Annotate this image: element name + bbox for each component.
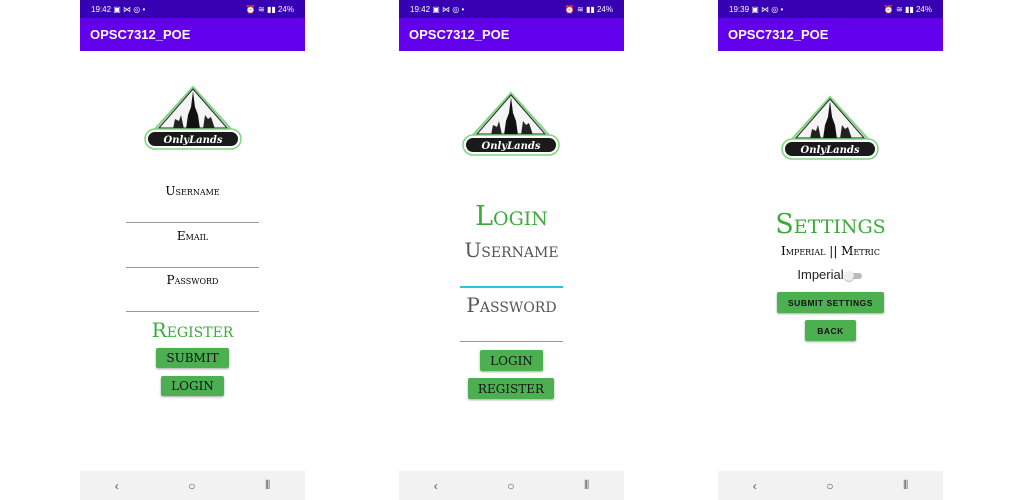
signal-icons: ⏰ ≋ ▮▮ <box>245 4 278 14</box>
logo-text: OnlyLands <box>482 141 541 152</box>
username-label: Username <box>464 238 559 262</box>
submit-button[interactable]: SUBMIT <box>156 348 229 368</box>
notification-icons: ▣ ⋈ ◎ • <box>113 4 146 14</box>
app-bar-title: OPSC7312_POE <box>80 18 305 51</box>
onlylands-logo: OnlyLands <box>461 91 561 159</box>
status-bar: 19:39 ▣ ⋈ ◎ • ⏰ ≋ ▮▮ 24% <box>718 0 943 18</box>
notification-icons: ▣ ⋈ ◎ • <box>751 4 784 14</box>
battery-level: 24% <box>915 4 932 14</box>
nav-home-button[interactable]: ○ <box>826 479 833 493</box>
login-title: Login <box>475 201 548 232</box>
battery-level: 24% <box>277 4 294 14</box>
password-input[interactable] <box>460 341 563 342</box>
status-time: 19:42 <box>410 4 431 14</box>
nav-home-button[interactable]: ○ <box>507 479 514 493</box>
onlylands-logo: OnlyLands <box>780 95 880 163</box>
status-time: 19:42 <box>91 4 112 14</box>
login-button[interactable]: LOGIN <box>480 350 543 371</box>
email-label: Email <box>176 229 209 243</box>
nav-back-button[interactable]: ‹ <box>753 479 757 493</box>
onlylands-logo: OnlyLands <box>143 85 243 153</box>
password-input[interactable] <box>126 311 259 312</box>
register-button[interactable]: REGISTER <box>468 378 554 399</box>
status-bar: 19:42 ▣ ⋈ ◎ • ⏰ ≋ ▮▮ 24% <box>80 0 305 18</box>
logo-text: OnlyLands <box>801 145 860 156</box>
phone-register-screen: 19:42 ▣ ⋈ ◎ • ⏰ ≋ ▮▮ 24% OPSC7312_POE On… <box>80 0 305 500</box>
system-nav-bar: ‹ ○ ⦀ <box>718 471 943 500</box>
username-label: Username <box>165 184 220 198</box>
login-button[interactable]: LOGIN <box>161 376 224 396</box>
nav-recents-button[interactable]: ⦀ <box>584 478 589 493</box>
submit-settings-button[interactable]: SUBMIT SETTINGS <box>777 292 884 313</box>
signal-icons: ⏰ ≋ ▮▮ <box>564 4 597 14</box>
notification-icons: ▣ ⋈ ◎ • <box>432 4 465 14</box>
username-input[interactable] <box>126 222 259 223</box>
system-nav-bar: ‹ ○ ⦀ <box>399 471 624 500</box>
logo-text: OnlyLands <box>164 135 223 146</box>
settings-title: Settings <box>775 209 886 240</box>
system-nav-bar: ‹ ○ ⦀ <box>80 471 305 500</box>
imperial-switch-row: Imperial <box>718 267 943 282</box>
phone-settings-screen: 19:39 ▣ ⋈ ◎ • ⏰ ≋ ▮▮ 24% OPSC7312_POE On… <box>718 0 943 500</box>
nav-home-button[interactable]: ○ <box>188 479 195 493</box>
phone-login-screen: 19:42 ▣ ⋈ ◎ • ⏰ ≋ ▮▮ 24% OPSC7312_POE On… <box>399 0 624 500</box>
app-bar-title: OPSC7312_POE <box>399 18 624 51</box>
imperial-switch-label: Imperial <box>797 267 844 282</box>
imperial-toggle-switch[interactable] <box>843 270 864 281</box>
app-bar-title: OPSC7312_POE <box>718 18 943 51</box>
register-title: Register <box>151 318 234 342</box>
status-time: 19:39 <box>729 4 750 14</box>
username-input[interactable] <box>460 286 563 288</box>
nav-back-button[interactable]: ‹ <box>434 479 438 493</box>
status-bar: 19:42 ▣ ⋈ ◎ • ⏰ ≋ ▮▮ 24% <box>399 0 624 18</box>
battery-level: 24% <box>596 4 613 14</box>
password-label: Password <box>166 273 219 287</box>
nav-back-button[interactable]: ‹ <box>115 479 119 493</box>
signal-icons: ⏰ ≋ ▮▮ <box>883 4 916 14</box>
units-subtitle: Imperial || Metric <box>781 244 880 258</box>
nav-recents-button[interactable]: ⦀ <box>265 478 270 493</box>
back-button[interactable]: BACK <box>805 320 856 341</box>
nav-recents-button[interactable]: ⦀ <box>903 478 908 493</box>
password-label: Password <box>466 293 557 317</box>
email-input[interactable] <box>126 267 259 268</box>
